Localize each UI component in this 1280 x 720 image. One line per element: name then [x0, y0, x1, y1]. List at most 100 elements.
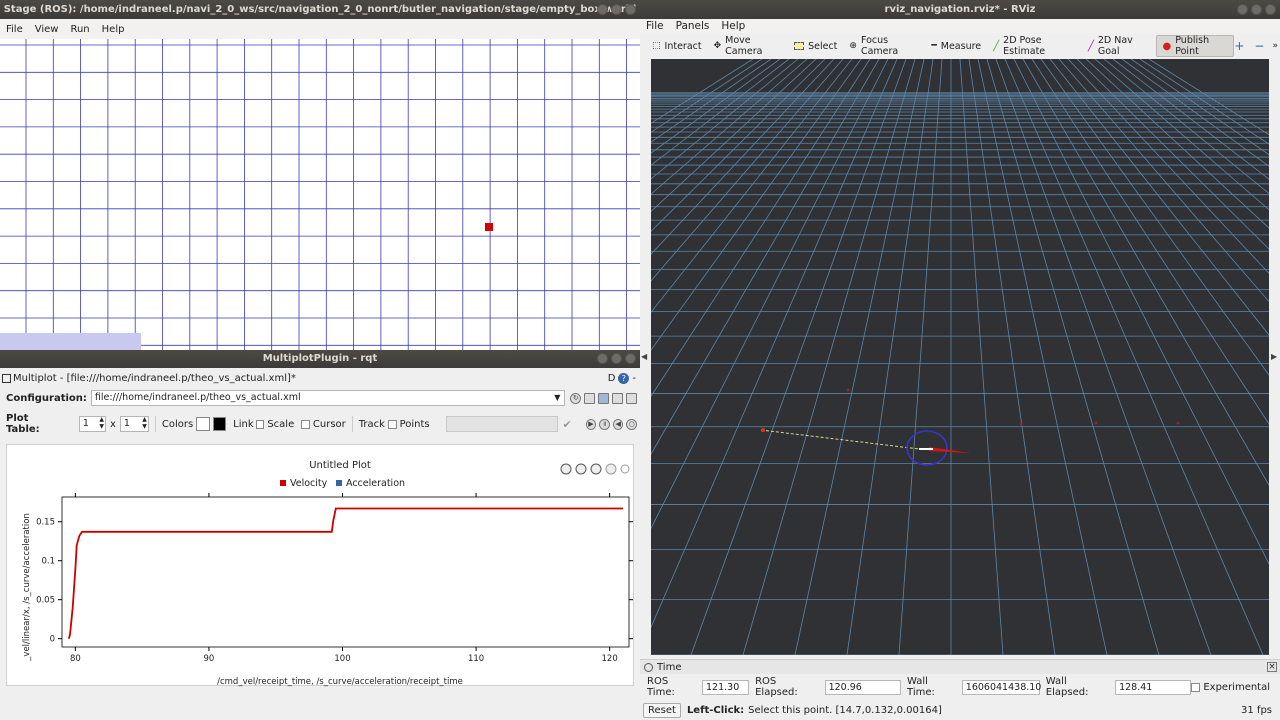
- play-icon[interactable]: ▶: [585, 418, 597, 430]
- plot-zoom-icon[interactable]: [620, 464, 630, 474]
- grid-line: [1121, 59, 1269, 167]
- rviz-titlebar[interactable]: rviz_navigation.rviz* - RViz: [640, 0, 1280, 19]
- cursor-checkbox[interactable]: [301, 419, 310, 429]
- clear-icon[interactable]: ◀: [612, 418, 624, 430]
- remove-tool-icon[interactable]: −: [1254, 39, 1264, 53]
- tool-publish-point-label: Publish Point: [1175, 35, 1210, 57]
- start-marker: [761, 428, 765, 432]
- velocity-plot[interactable]: 80 90 100 110 12000.050.10.15 Untitled Plot …: [7, 445, 635, 687]
- grid-line: [651, 59, 871, 398]
- config-combobox[interactable]: file:///home/indraneel.p/theo_vs_actual.…: [90, 390, 566, 406]
- scale-label: Scale: [267, 418, 295, 430]
- link-checkbox[interactable]: [255, 419, 265, 429]
- reset-button[interactable]: Reset: [643, 702, 681, 718]
- grid-line: [651, 59, 862, 351]
- wall-time-field[interactable]: 1606041438.10: [961, 679, 1041, 695]
- wall-elapsed-label: Wall Elapsed:: [1045, 676, 1089, 698]
- config-value: file:///home/indraneel.p/theo_vs_actual.…: [94, 392, 301, 403]
- stage-titlebar[interactable]: Stage (ROS): /home/indraneel.p/navi_2_0_…: [0, 0, 640, 19]
- rviz-3d-view[interactable]: [651, 59, 1269, 655]
- settings-icon[interactable]: ○: [626, 418, 638, 430]
- x-tick-label: 90: [204, 654, 215, 664]
- laser-point: [846, 388, 850, 392]
- tool-measure[interactable]: ━ Measure: [925, 35, 987, 57]
- chevron-down-icon[interactable]: ▼: [554, 391, 560, 405]
- stage-menu-help[interactable]: Help: [96, 24, 131, 35]
- tool-2d-nav-goal[interactable]: ╱ 2D Nav Goal: [1082, 35, 1156, 57]
- track-label: Track: [358, 418, 385, 430]
- rviz-menu-panels[interactable]: Panels: [670, 20, 716, 32]
- maximize-button[interactable]: [611, 353, 622, 364]
- stage-menu-run[interactable]: Run: [64, 24, 95, 35]
- tool-focus-camera[interactable]: ⊕ Focus Camera: [843, 35, 925, 57]
- tool-move-camera[interactable]: ✥ Move Camera: [708, 35, 788, 57]
- background-color-swatch[interactable]: [196, 417, 210, 431]
- y-tick-label: 0: [50, 635, 55, 645]
- add-tool-icon[interactable]: +: [1234, 39, 1244, 53]
- left-splitter-arrow[interactable]: ◀: [641, 352, 647, 361]
- foreground-color-swatch[interactable]: [212, 417, 227, 431]
- stage-hscroll-thumb[interactable]: [0, 333, 141, 350]
- experimental-label: Experimental: [1203, 681, 1271, 693]
- help-icon[interactable]: ?: [618, 372, 630, 384]
- plot-settings-icon[interactable]: [605, 463, 617, 475]
- rviz-grid: [651, 59, 1269, 655]
- grid-line: [742, 59, 916, 655]
- close-panel-icon[interactable]: ×: [1267, 662, 1277, 672]
- cols-spinbox[interactable]: 1 ▲ ▼: [119, 416, 149, 432]
- save-as-config-icon[interactable]: [626, 392, 638, 404]
- stage-menu-file[interactable]: File: [0, 24, 29, 35]
- ros-elapsed-field[interactable]: 120.96: [824, 679, 902, 695]
- rviz-window-title: rviz_navigation.rviz* - RViz: [884, 4, 1036, 15]
- tool-move-camera-label: Move Camera: [725, 35, 763, 57]
- multiplot-icon: [2, 373, 11, 383]
- rqt-titlebar[interactable]: MultiplotPlugin - rqt: [0, 350, 640, 368]
- grid-line: [651, 59, 880, 455]
- tool-2d-pose-estimate[interactable]: ╱ 2D Pose Estimate: [987, 35, 1082, 57]
- y-tick-label: 0.1: [41, 557, 55, 567]
- plot-export-icon[interactable]: [590, 463, 602, 475]
- wall-elapsed-field[interactable]: 128.41: [1115, 679, 1192, 695]
- close-panel-icon[interactable]: -: [632, 373, 636, 384]
- stage-menu-view[interactable]: View: [29, 24, 65, 35]
- minimize-button[interactable]: [597, 353, 608, 364]
- grid-line: [651, 59, 808, 195]
- open-config-icon[interactable]: [598, 392, 610, 404]
- rviz-toolbar: ⬚ Interact ✥ Move Camera Select ⊕ Focus Cam…: [646, 35, 1280, 57]
- times-label: x: [109, 418, 116, 430]
- minimize-button[interactable]: [597, 4, 608, 15]
- nav-goal-icon: ╱: [1087, 40, 1094, 52]
- tool-focus-camera-label: Focus Camera: [860, 35, 899, 57]
- apply-check-icon[interactable]: ✔: [562, 418, 571, 431]
- stage-grid: [0, 39, 640, 350]
- grid-line: [651, 59, 853, 313]
- minimize-button[interactable]: [1237, 4, 1248, 15]
- stage-world-canvas[interactable]: [0, 39, 640, 350]
- points-checkbox[interactable]: [387, 419, 397, 429]
- close-button[interactable]: [625, 353, 636, 364]
- tool-interact[interactable]: ⬚ Interact: [646, 35, 708, 57]
- dock-button[interactable]: D: [608, 373, 616, 384]
- experimental-checkbox[interactable]: [1191, 682, 1201, 692]
- ros-time-field[interactable]: 121.30: [702, 679, 750, 695]
- reload-icon[interactable]: ↻: [570, 392, 582, 404]
- tool-publish-point[interactable]: ● Publish Point: [1155, 35, 1235, 57]
- stage-robot[interactable]: [485, 223, 493, 231]
- close-button[interactable]: [1265, 4, 1276, 15]
- maximize-button[interactable]: [611, 4, 622, 15]
- save-config-icon[interactable]: [612, 392, 624, 404]
- plot-widget: 80 90 100 110 120 0 0.05 0.1 0.15 Untitled Plot …: [6, 444, 635, 687]
- tool-select[interactable]: Select: [788, 35, 843, 57]
- plot-pause-icon[interactable]: [560, 463, 572, 475]
- legend: Velocity Acceleration: [280, 478, 405, 489]
- pause-icon[interactable]: ॥: [599, 418, 610, 430]
- plot-clear-icon[interactable]: [575, 463, 587, 475]
- more-tools-icon[interactable]: »: [1272, 41, 1278, 51]
- new-config-icon[interactable]: [584, 392, 596, 404]
- close-button[interactable]: [625, 4, 636, 15]
- rows-spinbox[interactable]: 1 ▲ ▼: [78, 416, 106, 432]
- maximize-button[interactable]: [1251, 4, 1262, 15]
- rviz-menu-file[interactable]: File: [640, 20, 670, 32]
- rviz-menu-help[interactable]: Help: [715, 20, 751, 32]
- right-splitter-arrow[interactable]: ▶: [1271, 352, 1277, 361]
